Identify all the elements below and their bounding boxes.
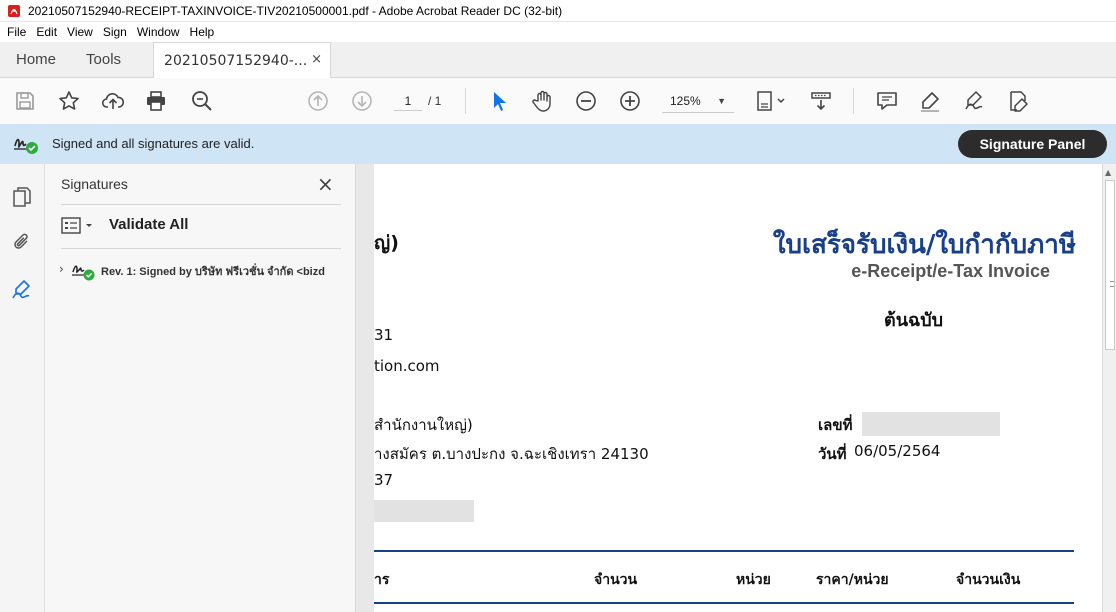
signature-valid-icon	[12, 132, 40, 156]
pdf-page: ใบเสร็จรับเงิน/ใบกำกับภาษี e-Receipt/e-T…	[374, 164, 1102, 612]
zoom-level-select[interactable]: 125% ▼	[662, 91, 734, 113]
comment-icon[interactable]	[875, 89, 899, 113]
menu-file[interactable]: File	[2, 25, 31, 39]
address-fragment: างสมัคร ต.บางปะกง จ.ฉะเชิงเทรา 24130	[374, 445, 649, 463]
website-fragment: tion.com	[374, 357, 440, 375]
zoom-level-value: 125%	[670, 94, 701, 108]
tab-bar: Home Tools 20210507152940-... ×	[0, 42, 1116, 78]
signatures-pen-icon[interactable]	[10, 278, 34, 302]
signature-status-message: Signed and all signatures are valid.	[52, 136, 255, 151]
zoom-in-icon[interactable]	[618, 89, 642, 113]
table-header-unit-price: ราคา/หน่วย	[816, 572, 889, 588]
tab-document-label: 20210507152940-...	[164, 52, 308, 69]
menu-bar: File Edit View Sign Window Help	[0, 22, 1116, 42]
signature-valid-icon	[71, 260, 97, 282]
next-page-icon[interactable]	[350, 89, 374, 113]
chevron-right-icon[interactable]: ›	[59, 262, 64, 276]
page-total: / 1	[428, 94, 442, 108]
page-fit-icon[interactable]	[754, 89, 788, 113]
fill-sign-icon[interactable]	[962, 89, 986, 113]
table-header-amount: จำนวนเงิน	[956, 572, 1021, 588]
toolbar-divider	[465, 88, 466, 114]
close-tab-icon[interactable]: ×	[311, 52, 322, 67]
highlight-pen-icon[interactable]	[918, 89, 942, 113]
hand-tool-icon[interactable]	[530, 89, 554, 113]
table-header-description: าร	[374, 572, 390, 588]
receipt-title-thai: ใบเสร็จรับเงิน/ใบกำกับภาษี	[772, 230, 1076, 260]
signature-panel-button[interactable]: Signature Panel	[958, 130, 1107, 158]
signature-revision-label: Rev. 1: Signed by บริษัท ฟรีเวชั่น จำกัด…	[101, 266, 325, 278]
page-thumbnails-icon[interactable]	[10, 185, 34, 209]
upload-cloud-icon[interactable]	[101, 89, 125, 113]
select-cursor-icon[interactable]	[487, 89, 511, 113]
redacted-doc-number	[862, 412, 1000, 436]
vertical-scrollbar[interactable]: ▲	[1102, 164, 1116, 612]
scroll-mode-icon[interactable]	[809, 89, 833, 113]
close-panel-icon[interactable]: ×	[317, 172, 334, 196]
save-icon[interactable]	[13, 89, 37, 113]
branch-fragment: สำนักงานใหญ่)	[374, 416, 473, 434]
print-icon[interactable]	[144, 89, 168, 113]
table-header-quantity: จำนวน	[594, 572, 638, 588]
table-header-unit: หน่วย	[736, 572, 771, 588]
panel-divider	[61, 248, 341, 249]
toolbar-divider	[853, 88, 854, 114]
validate-all-button[interactable]: Validate All	[109, 216, 188, 233]
tax-id-fragment: 31	[374, 326, 394, 344]
window-titlebar: 20210507152940-RECEIPT-TAXINVOICE-TIV202…	[0, 0, 1116, 22]
tab-home[interactable]: Home	[0, 42, 72, 77]
menu-sign[interactable]: Sign	[98, 25, 132, 39]
table-top-rule	[374, 550, 1074, 552]
menu-window[interactable]: Window	[132, 25, 185, 39]
receipt-title-english: e-Receipt/e-Tax Invoice	[851, 261, 1050, 281]
signatures-panel-title: Signatures	[61, 176, 128, 192]
bookmark-star-icon[interactable]	[57, 89, 81, 113]
attachments-paperclip-icon[interactable]	[10, 230, 34, 254]
tab-document[interactable]: 20210507152940-... ×	[153, 42, 332, 78]
signature-revision-item[interactable]: › Rev. 1: Signed by บริษัท ฟรีเวชั่น จำก…	[59, 260, 355, 284]
date-label: วันที่	[818, 445, 847, 463]
scrollbar-thumb[interactable]	[1105, 180, 1115, 350]
menu-view[interactable]: View	[62, 25, 98, 39]
scroll-up-icon[interactable]: ▲	[1105, 168, 1111, 177]
menu-edit[interactable]: Edit	[31, 25, 62, 39]
signatures-panel: Signatures × Validate All › Rev. 1: Sign…	[45, 164, 356, 612]
table-header-rule	[374, 602, 1074, 604]
tab-tools[interactable]: Tools	[72, 42, 137, 77]
signature-status-bar: Signed and all signatures are valid. Sig…	[0, 124, 1116, 164]
acrobat-pdf-icon	[6, 3, 22, 19]
previous-page-icon[interactable]	[306, 89, 330, 113]
company-name-fragment: ญ่)	[374, 232, 399, 254]
chevron-down-icon: ▼	[717, 96, 726, 106]
signature-options-icon[interactable]	[61, 217, 95, 235]
redacted-field	[374, 500, 474, 522]
original-copy-label: ต้นฉบับ	[884, 310, 944, 331]
zoom-search-icon[interactable]	[190, 89, 214, 113]
window-title: 20210507152940-RECEIPT-TAXINVOICE-TIV202…	[28, 3, 563, 18]
main-toolbar: 1 / 1 125% ▼	[0, 78, 1116, 124]
menu-help[interactable]: Help	[185, 25, 220, 39]
navigation-rail	[0, 164, 45, 612]
date-value: 06/05/2564	[854, 442, 941, 460]
panel-divider	[61, 204, 341, 205]
edit-pdf-icon[interactable]	[1006, 89, 1030, 113]
zoom-out-icon[interactable]	[574, 89, 598, 113]
page-number-input[interactable]: 1	[394, 91, 422, 111]
phone-fragment: 37	[374, 471, 394, 489]
scrollbar-grip	[1110, 281, 1114, 287]
doc-number-label: เลขที่	[818, 416, 853, 434]
document-view[interactable]: ใบเสร็จรับเงิน/ใบกำกับภาษี e-Receipt/e-T…	[356, 164, 1102, 612]
